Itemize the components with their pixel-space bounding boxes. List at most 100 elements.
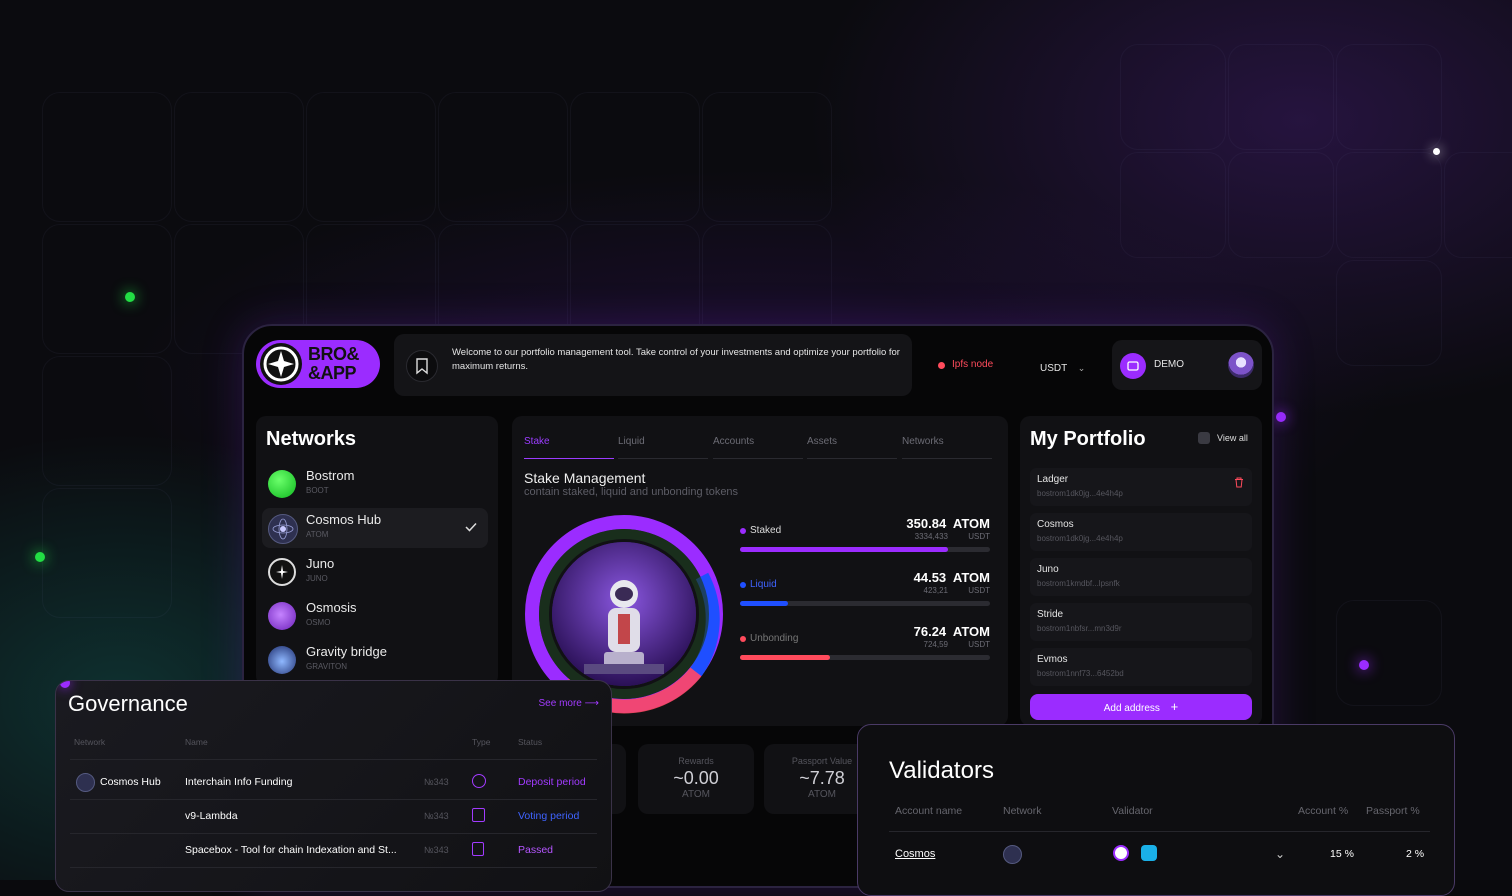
governance-panel: Governance See more ⟶ Network Name Type … <box>55 680 612 892</box>
plus-icon: + <box>1170 699 1179 714</box>
bookmark-icon <box>406 350 438 382</box>
bg-tile <box>1228 152 1334 258</box>
account-address: bostrom1dk0jg...4e4h4p <box>1037 534 1123 543</box>
check-icon <box>464 520 478 539</box>
network-item-osmosis[interactable]: Osmosis OSMO <box>262 596 488 636</box>
stake-row-amount: 44.53 ATOM <box>914 570 990 585</box>
portfolio-panel: My Portfolio View all Ladger bostrom1dk0… <box>1020 416 1262 726</box>
account-card-cosmos[interactable]: Cosmos bostrom1dk0jg...4e4h4p <box>1030 513 1252 551</box>
network-item-gravity-bridge[interactable]: Gravity bridge GRAVITON <box>262 640 488 680</box>
network-name: Cosmos Hub <box>306 512 382 527</box>
governance-corner-dot <box>60 681 70 688</box>
stake-row-amount: 350.84 ATOM <box>906 516 990 531</box>
stake-row-liquid: Liquid 44.53 ATOM 423,21 USDT <box>740 570 990 606</box>
table-row[interactable]: Cosmos Hub Interchain Info Funding №343 … <box>70 765 597 800</box>
col-network: Network <box>1003 805 1042 817</box>
bg-tile <box>174 92 304 222</box>
amount-value: 350.84 <box>906 516 947 531</box>
network-ticker: BOOT <box>306 486 329 495</box>
col-account-pct: Account % <box>1298 805 1349 817</box>
bostrom-icon <box>268 470 296 498</box>
cosmos-icon <box>76 773 95 792</box>
stake-tabs: Stake Liquid Accounts Assets Networks <box>524 436 996 459</box>
node-status-label: Ipfs node <box>952 359 994 370</box>
juno-icon <box>268 558 296 586</box>
tab-liquid[interactable]: Liquid <box>618 436 708 459</box>
bg-tile <box>42 224 172 354</box>
liquid-dot-icon <box>740 582 746 588</box>
account-card-ladger[interactable]: Ladger bostrom1dk0jg...4e4h4p <box>1030 468 1252 506</box>
liquid-progress-fill <box>740 601 788 606</box>
network-ticker: GRAVITON <box>306 662 348 671</box>
account-address: bostrom1nnf73...6452bd <box>1037 669 1124 678</box>
chevron-down-icon[interactable]: ⌄ <box>1275 847 1285 861</box>
unbonding-progress-fill <box>740 655 830 660</box>
row-network: Cosmos Hub <box>100 776 161 788</box>
network-ticker: JUNO <box>306 574 328 583</box>
stake-row-usd-unit: USDT <box>968 640 990 649</box>
add-address-button[interactable]: Add address + <box>1030 694 1252 720</box>
stake-row-amount: 76.24 ATOM <box>914 624 990 639</box>
account-link[interactable]: Cosmos <box>895 848 935 860</box>
glow-dot <box>1276 412 1286 422</box>
table-row[interactable]: Cosmos ⌄ 15 % 2 % <box>889 835 1430 875</box>
avatar[interactable] <box>1228 352 1254 378</box>
row-number: №343 <box>424 845 449 855</box>
bg-tile <box>1336 260 1442 366</box>
table-row[interactable]: Spacebox - Tool for chain Indexation and… <box>70 833 597 868</box>
stat-label: Rewards <box>678 756 714 766</box>
account-address: bostrom1dk0jg...4e4h4p <box>1037 489 1123 498</box>
network-name: Osmosis <box>306 600 357 615</box>
account-card-stride[interactable]: Stride bostrom1nbfsr...mn3d9r <box>1030 603 1252 641</box>
row-number: №343 <box>424 811 449 821</box>
stake-row-unbonding: Unbonding 76.24 ATOM 724,59 USDT <box>740 624 990 660</box>
arrow-right-icon: ⟶ <box>584 698 599 709</box>
col-type: Type <box>472 737 491 747</box>
stake-row-usd: 724,59 <box>923 640 948 649</box>
account-name: Juno <box>1037 564 1059 575</box>
trash-icon[interactable] <box>1234 475 1244 493</box>
deposit-icon <box>472 774 486 788</box>
tab-stake[interactable]: Stake <box>524 436 614 459</box>
col-passport-pct: Passport % <box>1366 805 1420 817</box>
logo[interactable]: BRO& &APP <box>256 340 380 388</box>
see-more-link[interactable]: See more ⟶ <box>539 698 599 709</box>
welcome-banner: Welcome to our portfolio management tool… <box>394 334 912 396</box>
bg-tile <box>1336 152 1442 258</box>
logo-text-line-2: &APP <box>308 363 357 383</box>
stake-row-usd-unit: USDT <box>968 586 990 595</box>
tab-accounts[interactable]: Accounts <box>713 436 803 459</box>
network-item-bostrom[interactable]: Bostrom BOOT <box>262 464 488 504</box>
checkbox[interactable] <box>1198 432 1210 444</box>
bg-tile <box>42 488 172 618</box>
osmosis-icon <box>268 602 296 630</box>
glow-dot <box>1359 660 1369 670</box>
tab-assets[interactable]: Assets <box>807 436 897 459</box>
stake-row-usd: 3334,433 <box>914 532 948 541</box>
add-address-label: Add address <box>1103 703 1160 714</box>
view-all-label: View all <box>1217 433 1248 443</box>
row-status: Deposit period <box>518 776 586 788</box>
row-status: Voting period <box>518 810 580 822</box>
table-row[interactable]: v9-Lambda №343 Voting period <box>70 799 597 834</box>
amount-unit: ATOM <box>952 516 990 531</box>
account-card-juno[interactable]: Juno bostrom1kmdbf...lpsnfk <box>1030 558 1252 596</box>
stake-row-usd: 423,21 <box>923 586 948 595</box>
staked-progress-bar <box>740 547 990 552</box>
account-card-evmos[interactable]: Evmos bostrom1nnf73...6452bd <box>1030 648 1252 686</box>
stat-unit: ATOM <box>682 789 710 800</box>
row-number: №343 <box>424 777 449 787</box>
cosmos-icon <box>1003 845 1022 864</box>
currency-select[interactable]: USDT ⌄ <box>1040 358 1085 374</box>
row-name: Spacebox - Tool for chain Indexation and… <box>185 844 397 856</box>
account-name: Cosmos <box>1037 519 1074 530</box>
row-name: v9-Lambda <box>185 810 238 822</box>
status-dot-icon <box>938 362 945 369</box>
tab-networks[interactable]: Networks <box>902 436 992 459</box>
account-switcher[interactable]: DEMO <box>1112 340 1262 390</box>
network-item-juno[interactable]: Juno JUNO <box>262 552 488 592</box>
validator-secondary-icon <box>1141 845 1157 861</box>
network-name: Juno <box>306 556 335 571</box>
network-item-cosmos-hub[interactable]: Cosmos Hub ATOM <box>262 508 488 548</box>
account-address: bostrom1nbfsr...mn3d9r <box>1037 624 1122 633</box>
